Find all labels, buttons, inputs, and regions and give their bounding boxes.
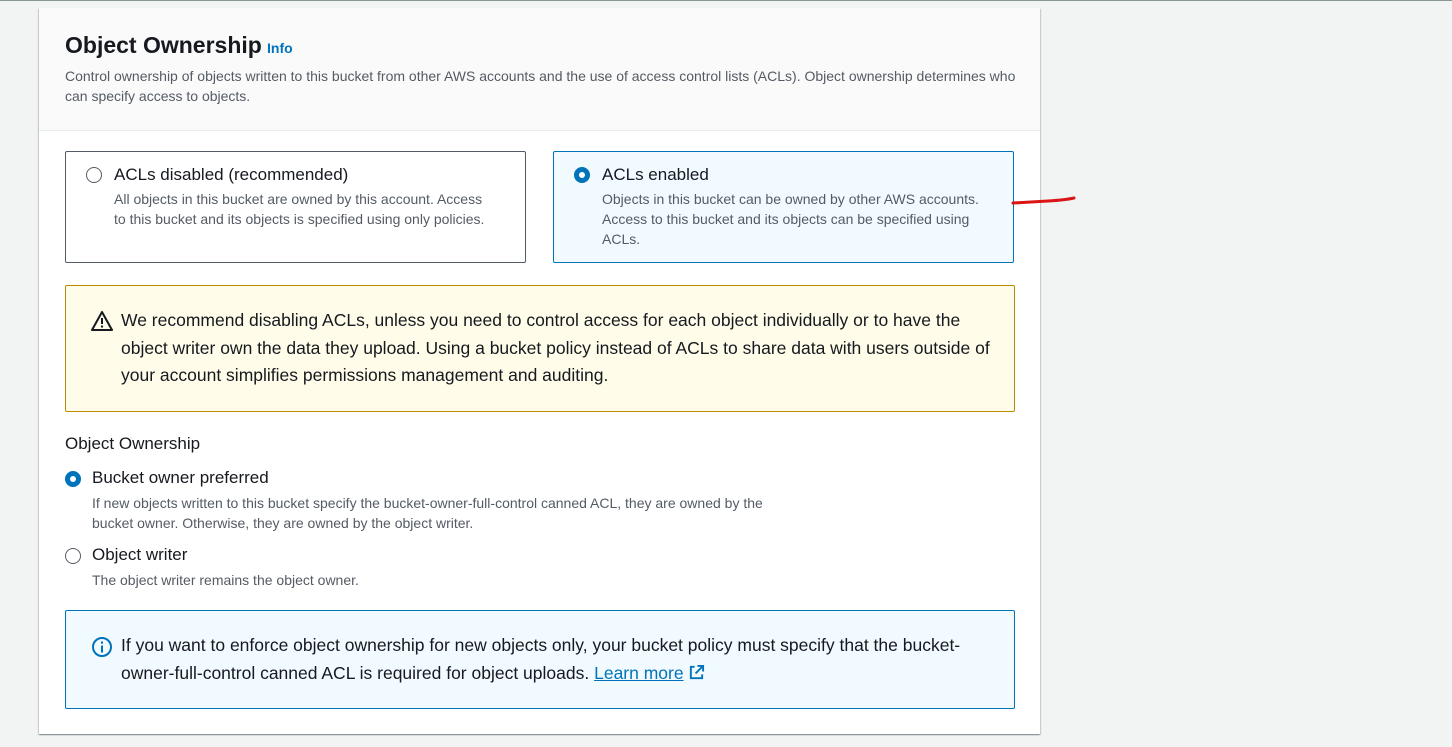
learn-more-link[interactable]: Learn more bbox=[594, 663, 705, 683]
info-circle-icon bbox=[92, 637, 112, 657]
acls-disabled-label: ACLs disabled (recommended) bbox=[114, 165, 349, 184]
acls-disabled-radio[interactable] bbox=[86, 167, 102, 183]
object-writer-description: The object writer remains the object own… bbox=[92, 572, 359, 588]
section-description: Control ownership of objects written to … bbox=[65, 68, 1016, 104]
learn-more-label: Learn more bbox=[594, 662, 684, 683]
acl-warning-alert: We recommend disabling ACLs, unless you … bbox=[65, 285, 1015, 412]
bucket-owner-preferred-label: Bucket owner preferred bbox=[92, 468, 269, 487]
ownership-info-alert: If you want to enforce object ownership … bbox=[65, 610, 1015, 709]
object-ownership-field-label: Object Ownership bbox=[65, 434, 201, 453]
section-title: Object Ownership bbox=[65, 32, 262, 58]
red-pen-annotation-mark bbox=[1011, 196, 1076, 205]
acls-enabled-tile[interactable]: ACLs enabled Objects in this bucket can … bbox=[553, 151, 1014, 263]
object-ownership-container: Object Ownership Info Control ownership … bbox=[39, 8, 1040, 734]
container-header: Object Ownership Info Control ownership … bbox=[39, 8, 1040, 131]
top-divider bbox=[0, 0, 1452, 1]
info-text: If you want to enforce object ownership … bbox=[121, 632, 1001, 687]
external-link-icon bbox=[689, 664, 704, 679]
acls-disabled-description: All objects in this bucket are owned by … bbox=[114, 191, 485, 227]
acls-enabled-radio[interactable] bbox=[574, 167, 590, 183]
object-writer-label: Object writer bbox=[92, 545, 188, 564]
warning-text: We recommend disabling ACLs, unless you … bbox=[121, 310, 990, 385]
acls-enabled-description: Objects in this bucket can be owned by o… bbox=[602, 191, 979, 247]
bucket-owner-preferred-radio[interactable] bbox=[65, 471, 81, 487]
object-writer-radio[interactable] bbox=[65, 548, 81, 564]
acls-enabled-label: ACLs enabled bbox=[602, 165, 709, 184]
info-link[interactable]: Info bbox=[267, 40, 293, 56]
acls-disabled-tile[interactable]: ACLs disabled (recommended) All objects … bbox=[65, 151, 526, 263]
warning-triangle-icon bbox=[91, 311, 113, 331]
bucket-owner-preferred-description: If new objects written to this bucket sp… bbox=[92, 495, 763, 531]
info-message: If you want to enforce object ownership … bbox=[121, 635, 961, 683]
